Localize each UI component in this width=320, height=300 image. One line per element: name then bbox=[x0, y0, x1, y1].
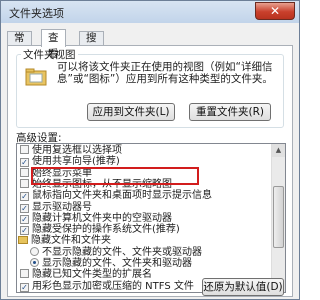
folder-view-group: 文件夹视图 可以将该文件夹正在使用的视图（例如“详细信 息”或“图标”）应用到所… bbox=[16, 47, 284, 128]
checkbox[interactable] bbox=[20, 145, 29, 154]
folder-options-window: 文件夹选项 ✕ 常规 查看 搜索 文件夹视图 可以将该文件夹正在使用的视图（例如… bbox=[0, 0, 300, 300]
folder-view-description: 可以将该文件夹正在使用的视图（例如“详细信 息”或“图标”）应用到所有这种类型的… bbox=[57, 61, 283, 85]
settings-item-label: 显示隐藏的文件、文件夹和驱动器 bbox=[42, 258, 192, 269]
apply-to-folders-button[interactable]: 应用到文件夹(L) bbox=[87, 103, 175, 121]
tab-search[interactable]: 搜索 bbox=[79, 31, 104, 57]
window-title: 文件夹选项 bbox=[9, 7, 64, 20]
checkbox[interactable]: ✓ bbox=[20, 226, 29, 236]
settings-item[interactable]: ✓ 使用共享向导(推荐) bbox=[20, 156, 120, 168]
settings-item-label: 用彩色显示加密或压缩的 NTFS 文件 bbox=[32, 280, 194, 292]
checkbox[interactable]: ✓ bbox=[20, 203, 29, 213]
checkbox[interactable]: ✓ bbox=[20, 192, 29, 202]
checkbox[interactable] bbox=[20, 269, 29, 279]
settings-item-label: 鼠标指向文件夹和桌面项时显示提示信息 bbox=[32, 190, 212, 202]
settings-item[interactable]: 使用复选框以选择项 bbox=[20, 145, 122, 156]
settings-item-label: 隐藏已知文件类型的扩展名 bbox=[32, 269, 152, 281]
checkbox[interactable] bbox=[20, 178, 29, 188]
scroll-thumb[interactable] bbox=[273, 186, 284, 248]
tab-general[interactable]: 常规 bbox=[7, 31, 32, 57]
close-button[interactable]: ✕ bbox=[255, 2, 295, 20]
settings-item-label: 使用复选框以选择项 bbox=[32, 145, 122, 156]
settings-item-label: 隐藏受保护的操作系统文件(推荐) bbox=[32, 224, 180, 236]
settings-item[interactable]: 隐藏文件和文件夹 bbox=[18, 235, 111, 246]
restore-defaults-button[interactable]: 还原为默认值(D) bbox=[202, 278, 284, 296]
settings-item-label: 使用共享向导(推荐) bbox=[32, 156, 120, 168]
checkbox[interactable]: ✓ bbox=[20, 282, 29, 292]
checkbox[interactable]: ✓ bbox=[20, 214, 29, 224]
settings-item[interactable]: ✓ 隐藏计算机文件夹中的空驱动器 bbox=[20, 213, 172, 224]
checkbox[interactable]: ✓ bbox=[20, 158, 29, 168]
settings-item[interactable]: 显示隐藏的文件、文件夹和驱动器 bbox=[30, 258, 192, 269]
close-icon: ✕ bbox=[269, 4, 281, 18]
advanced-settings-list: ▲ ▼ 使用复选框以选择项✓使用共享向导(推荐)始终显示菜单始终显示图标，从不显… bbox=[16, 143, 286, 293]
highlight-annotation bbox=[31, 167, 199, 185]
vertical-scrollbar[interactable]: ▲ ▼ bbox=[271, 144, 285, 292]
scroll-up-icon[interactable]: ▲ bbox=[272, 144, 285, 157]
reset-folders-button[interactable]: 重置文件夹(R) bbox=[189, 103, 271, 121]
checkbox[interactable] bbox=[20, 167, 29, 177]
settings-item-label: 显示驱动器号 bbox=[32, 201, 92, 213]
settings-item-label: 隐藏计算机文件夹中的空驱动器 bbox=[32, 212, 172, 224]
radio-button[interactable] bbox=[30, 246, 39, 256]
description-line-2: 息”或“图标”）应用到所有这种类型的文件夹。 bbox=[57, 73, 273, 85]
settings-item-label: 不显示隐藏的文件、文件夹或驱动器 bbox=[42, 246, 202, 258]
folder-icon bbox=[25, 68, 47, 86]
title-bar: 文件夹选项 ✕ bbox=[1, 1, 299, 23]
settings-item[interactable]: ✓ 显示驱动器号 bbox=[20, 202, 92, 213]
settings-item[interactable]: ✓ 用彩色显示加密或压缩的 NTFS 文件 bbox=[20, 281, 194, 292]
radio-button[interactable] bbox=[30, 258, 39, 267]
settings-item[interactable]: 隐藏已知文件类型的扩展名 bbox=[20, 269, 152, 280]
settings-item[interactable]: ✓ 隐藏受保护的操作系统文件(推荐) bbox=[20, 224, 180, 236]
folder-icon bbox=[18, 236, 28, 245]
tab-view[interactable]: 查看 bbox=[41, 29, 66, 60]
settings-item-label: 隐藏文件和文件夹 bbox=[31, 235, 111, 247]
settings-item[interactable]: ✓ 鼠标指向文件夹和桌面项时显示提示信息 bbox=[20, 190, 212, 202]
settings-item[interactable]: 不显示隐藏的文件、文件夹或驱动器 bbox=[30, 246, 202, 258]
description-line-1: 可以将该文件夹正在使用的视图（例如“详细信 bbox=[57, 61, 273, 73]
